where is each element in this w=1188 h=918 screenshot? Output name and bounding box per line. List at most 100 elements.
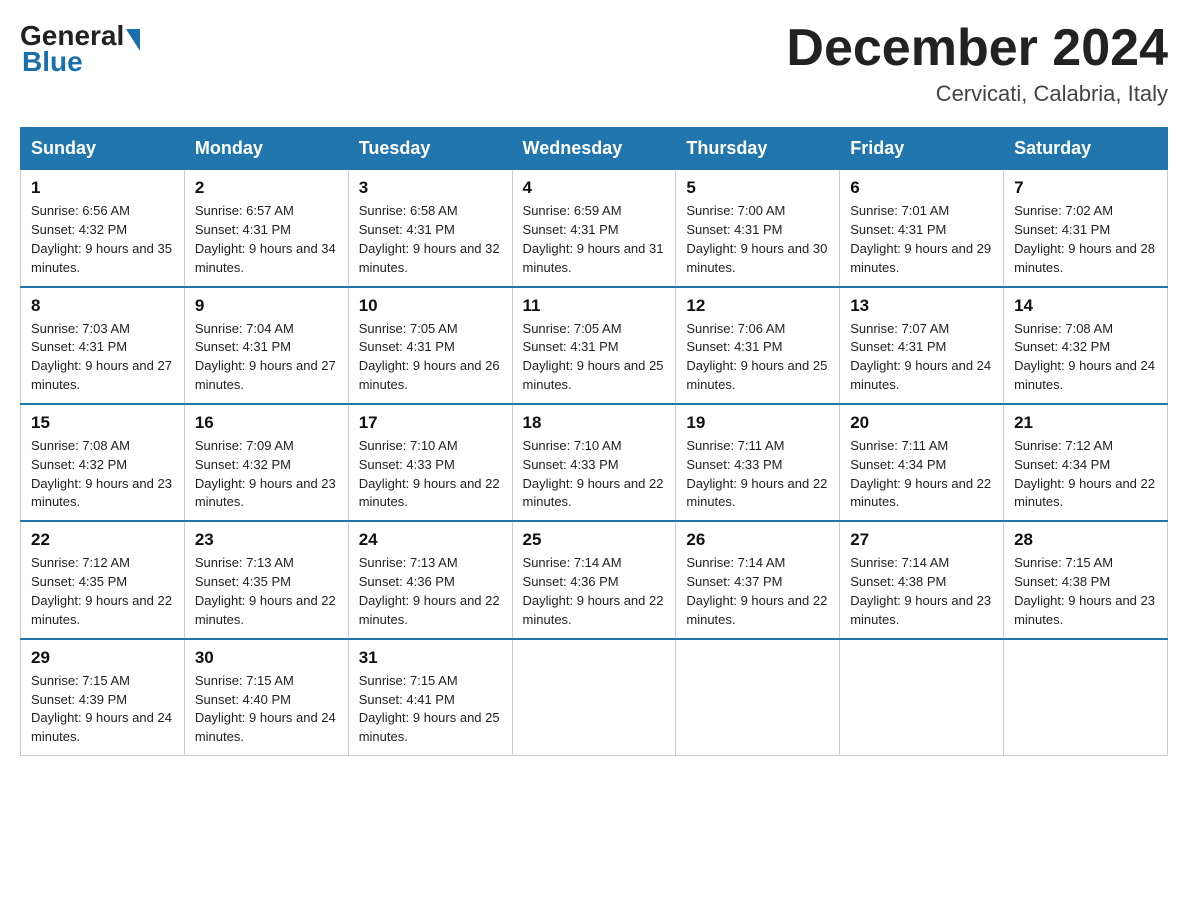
calendar-cell: 1 Sunrise: 6:56 AMSunset: 4:32 PMDayligh… xyxy=(21,170,185,287)
calendar-cell: 21 Sunrise: 7:12 AMSunset: 4:34 PMDaylig… xyxy=(1004,404,1168,521)
calendar-header-row: SundayMondayTuesdayWednesdayThursdayFrid… xyxy=(21,128,1168,170)
column-header-monday: Monday xyxy=(184,128,348,170)
day-number: 3 xyxy=(359,178,502,198)
day-info: Sunrise: 6:57 AMSunset: 4:31 PMDaylight:… xyxy=(195,203,336,275)
day-info: Sunrise: 7:15 AMSunset: 4:41 PMDaylight:… xyxy=(359,673,500,745)
day-info: Sunrise: 7:15 AMSunset: 4:38 PMDaylight:… xyxy=(1014,555,1155,627)
calendar-cell: 5 Sunrise: 7:00 AMSunset: 4:31 PMDayligh… xyxy=(676,170,840,287)
calendar-cell xyxy=(1004,639,1168,756)
day-number: 19 xyxy=(686,413,829,433)
day-number: 17 xyxy=(359,413,502,433)
day-info: Sunrise: 7:10 AMSunset: 4:33 PMDaylight:… xyxy=(523,438,664,510)
day-info: Sunrise: 7:08 AMSunset: 4:32 PMDaylight:… xyxy=(1014,321,1155,393)
calendar-cell: 26 Sunrise: 7:14 AMSunset: 4:37 PMDaylig… xyxy=(676,521,840,638)
day-info: Sunrise: 7:02 AMSunset: 4:31 PMDaylight:… xyxy=(1014,203,1155,275)
calendar-cell: 7 Sunrise: 7:02 AMSunset: 4:31 PMDayligh… xyxy=(1004,170,1168,287)
calendar-cell: 15 Sunrise: 7:08 AMSunset: 4:32 PMDaylig… xyxy=(21,404,185,521)
day-number: 21 xyxy=(1014,413,1157,433)
day-number: 31 xyxy=(359,648,502,668)
day-number: 11 xyxy=(523,296,666,316)
day-info: Sunrise: 7:03 AMSunset: 4:31 PMDaylight:… xyxy=(31,321,172,393)
calendar-cell: 12 Sunrise: 7:06 AMSunset: 4:31 PMDaylig… xyxy=(676,287,840,404)
calendar-cell: 24 Sunrise: 7:13 AMSunset: 4:36 PMDaylig… xyxy=(348,521,512,638)
calendar-cell: 6 Sunrise: 7:01 AMSunset: 4:31 PMDayligh… xyxy=(840,170,1004,287)
calendar-cell: 31 Sunrise: 7:15 AMSunset: 4:41 PMDaylig… xyxy=(348,639,512,756)
month-title: December 2024 xyxy=(786,20,1168,77)
calendar-cell: 27 Sunrise: 7:14 AMSunset: 4:38 PMDaylig… xyxy=(840,521,1004,638)
day-info: Sunrise: 7:04 AMSunset: 4:31 PMDaylight:… xyxy=(195,321,336,393)
calendar-cell: 9 Sunrise: 7:04 AMSunset: 4:31 PMDayligh… xyxy=(184,287,348,404)
calendar-cell: 18 Sunrise: 7:10 AMSunset: 4:33 PMDaylig… xyxy=(512,404,676,521)
calendar-cell xyxy=(676,639,840,756)
page-header: General Blue December 2024 Cervicati, Ca… xyxy=(20,20,1168,107)
day-number: 18 xyxy=(523,413,666,433)
day-number: 23 xyxy=(195,530,338,550)
calendar-cell: 14 Sunrise: 7:08 AMSunset: 4:32 PMDaylig… xyxy=(1004,287,1168,404)
day-number: 4 xyxy=(523,178,666,198)
day-number: 16 xyxy=(195,413,338,433)
day-number: 9 xyxy=(195,296,338,316)
calendar-cell: 28 Sunrise: 7:15 AMSunset: 4:38 PMDaylig… xyxy=(1004,521,1168,638)
calendar-cell: 20 Sunrise: 7:11 AMSunset: 4:34 PMDaylig… xyxy=(840,404,1004,521)
day-info: Sunrise: 7:14 AMSunset: 4:37 PMDaylight:… xyxy=(686,555,827,627)
calendar-cell: 25 Sunrise: 7:14 AMSunset: 4:36 PMDaylig… xyxy=(512,521,676,638)
calendar-cell: 22 Sunrise: 7:12 AMSunset: 4:35 PMDaylig… xyxy=(21,521,185,638)
day-number: 27 xyxy=(850,530,993,550)
column-header-tuesday: Tuesday xyxy=(348,128,512,170)
day-info: Sunrise: 7:15 AMSunset: 4:40 PMDaylight:… xyxy=(195,673,336,745)
day-number: 2 xyxy=(195,178,338,198)
day-info: Sunrise: 6:56 AMSunset: 4:32 PMDaylight:… xyxy=(31,203,172,275)
day-info: Sunrise: 7:14 AMSunset: 4:38 PMDaylight:… xyxy=(850,555,991,627)
day-info: Sunrise: 7:06 AMSunset: 4:31 PMDaylight:… xyxy=(686,321,827,393)
day-info: Sunrise: 7:12 AMSunset: 4:34 PMDaylight:… xyxy=(1014,438,1155,510)
day-number: 10 xyxy=(359,296,502,316)
column-header-saturday: Saturday xyxy=(1004,128,1168,170)
day-info: Sunrise: 7:05 AMSunset: 4:31 PMDaylight:… xyxy=(359,321,500,393)
day-info: Sunrise: 7:12 AMSunset: 4:35 PMDaylight:… xyxy=(31,555,172,627)
calendar-week-row: 22 Sunrise: 7:12 AMSunset: 4:35 PMDaylig… xyxy=(21,521,1168,638)
day-info: Sunrise: 7:10 AMSunset: 4:33 PMDaylight:… xyxy=(359,438,500,510)
day-number: 7 xyxy=(1014,178,1157,198)
calendar-cell: 13 Sunrise: 7:07 AMSunset: 4:31 PMDaylig… xyxy=(840,287,1004,404)
calendar-cell: 23 Sunrise: 7:13 AMSunset: 4:35 PMDaylig… xyxy=(184,521,348,638)
logo-arrow-icon xyxy=(126,29,140,51)
calendar-cell xyxy=(840,639,1004,756)
day-number: 5 xyxy=(686,178,829,198)
calendar-cell: 4 Sunrise: 6:59 AMSunset: 4:31 PMDayligh… xyxy=(512,170,676,287)
calendar-cell: 17 Sunrise: 7:10 AMSunset: 4:33 PMDaylig… xyxy=(348,404,512,521)
day-info: Sunrise: 7:14 AMSunset: 4:36 PMDaylight:… xyxy=(523,555,664,627)
calendar-table: SundayMondayTuesdayWednesdayThursdayFrid… xyxy=(20,127,1168,756)
column-header-friday: Friday xyxy=(840,128,1004,170)
calendar-cell: 11 Sunrise: 7:05 AMSunset: 4:31 PMDaylig… xyxy=(512,287,676,404)
column-header-thursday: Thursday xyxy=(676,128,840,170)
day-number: 24 xyxy=(359,530,502,550)
day-info: Sunrise: 6:59 AMSunset: 4:31 PMDaylight:… xyxy=(523,203,664,275)
day-number: 14 xyxy=(1014,296,1157,316)
calendar-week-row: 1 Sunrise: 6:56 AMSunset: 4:32 PMDayligh… xyxy=(21,170,1168,287)
day-number: 30 xyxy=(195,648,338,668)
logo: General Blue xyxy=(20,20,142,78)
day-info: Sunrise: 7:00 AMSunset: 4:31 PMDaylight:… xyxy=(686,203,827,275)
calendar-cell: 10 Sunrise: 7:05 AMSunset: 4:31 PMDaylig… xyxy=(348,287,512,404)
day-info: Sunrise: 7:11 AMSunset: 4:34 PMDaylight:… xyxy=(850,438,991,510)
calendar-week-row: 15 Sunrise: 7:08 AMSunset: 4:32 PMDaylig… xyxy=(21,404,1168,521)
column-header-wednesday: Wednesday xyxy=(512,128,676,170)
calendar-week-row: 8 Sunrise: 7:03 AMSunset: 4:31 PMDayligh… xyxy=(21,287,1168,404)
day-number: 1 xyxy=(31,178,174,198)
day-number: 20 xyxy=(850,413,993,433)
logo-blue: Blue xyxy=(22,46,83,78)
day-info: Sunrise: 7:05 AMSunset: 4:31 PMDaylight:… xyxy=(523,321,664,393)
day-number: 6 xyxy=(850,178,993,198)
calendar-cell: 19 Sunrise: 7:11 AMSunset: 4:33 PMDaylig… xyxy=(676,404,840,521)
column-header-sunday: Sunday xyxy=(21,128,185,170)
day-number: 15 xyxy=(31,413,174,433)
day-number: 22 xyxy=(31,530,174,550)
calendar-cell: 30 Sunrise: 7:15 AMSunset: 4:40 PMDaylig… xyxy=(184,639,348,756)
day-number: 25 xyxy=(523,530,666,550)
day-info: Sunrise: 7:07 AMSunset: 4:31 PMDaylight:… xyxy=(850,321,991,393)
location-title: Cervicati, Calabria, Italy xyxy=(786,81,1168,107)
calendar-cell: 16 Sunrise: 7:09 AMSunset: 4:32 PMDaylig… xyxy=(184,404,348,521)
calendar-cell: 2 Sunrise: 6:57 AMSunset: 4:31 PMDayligh… xyxy=(184,170,348,287)
calendar-cell: 3 Sunrise: 6:58 AMSunset: 4:31 PMDayligh… xyxy=(348,170,512,287)
day-number: 12 xyxy=(686,296,829,316)
